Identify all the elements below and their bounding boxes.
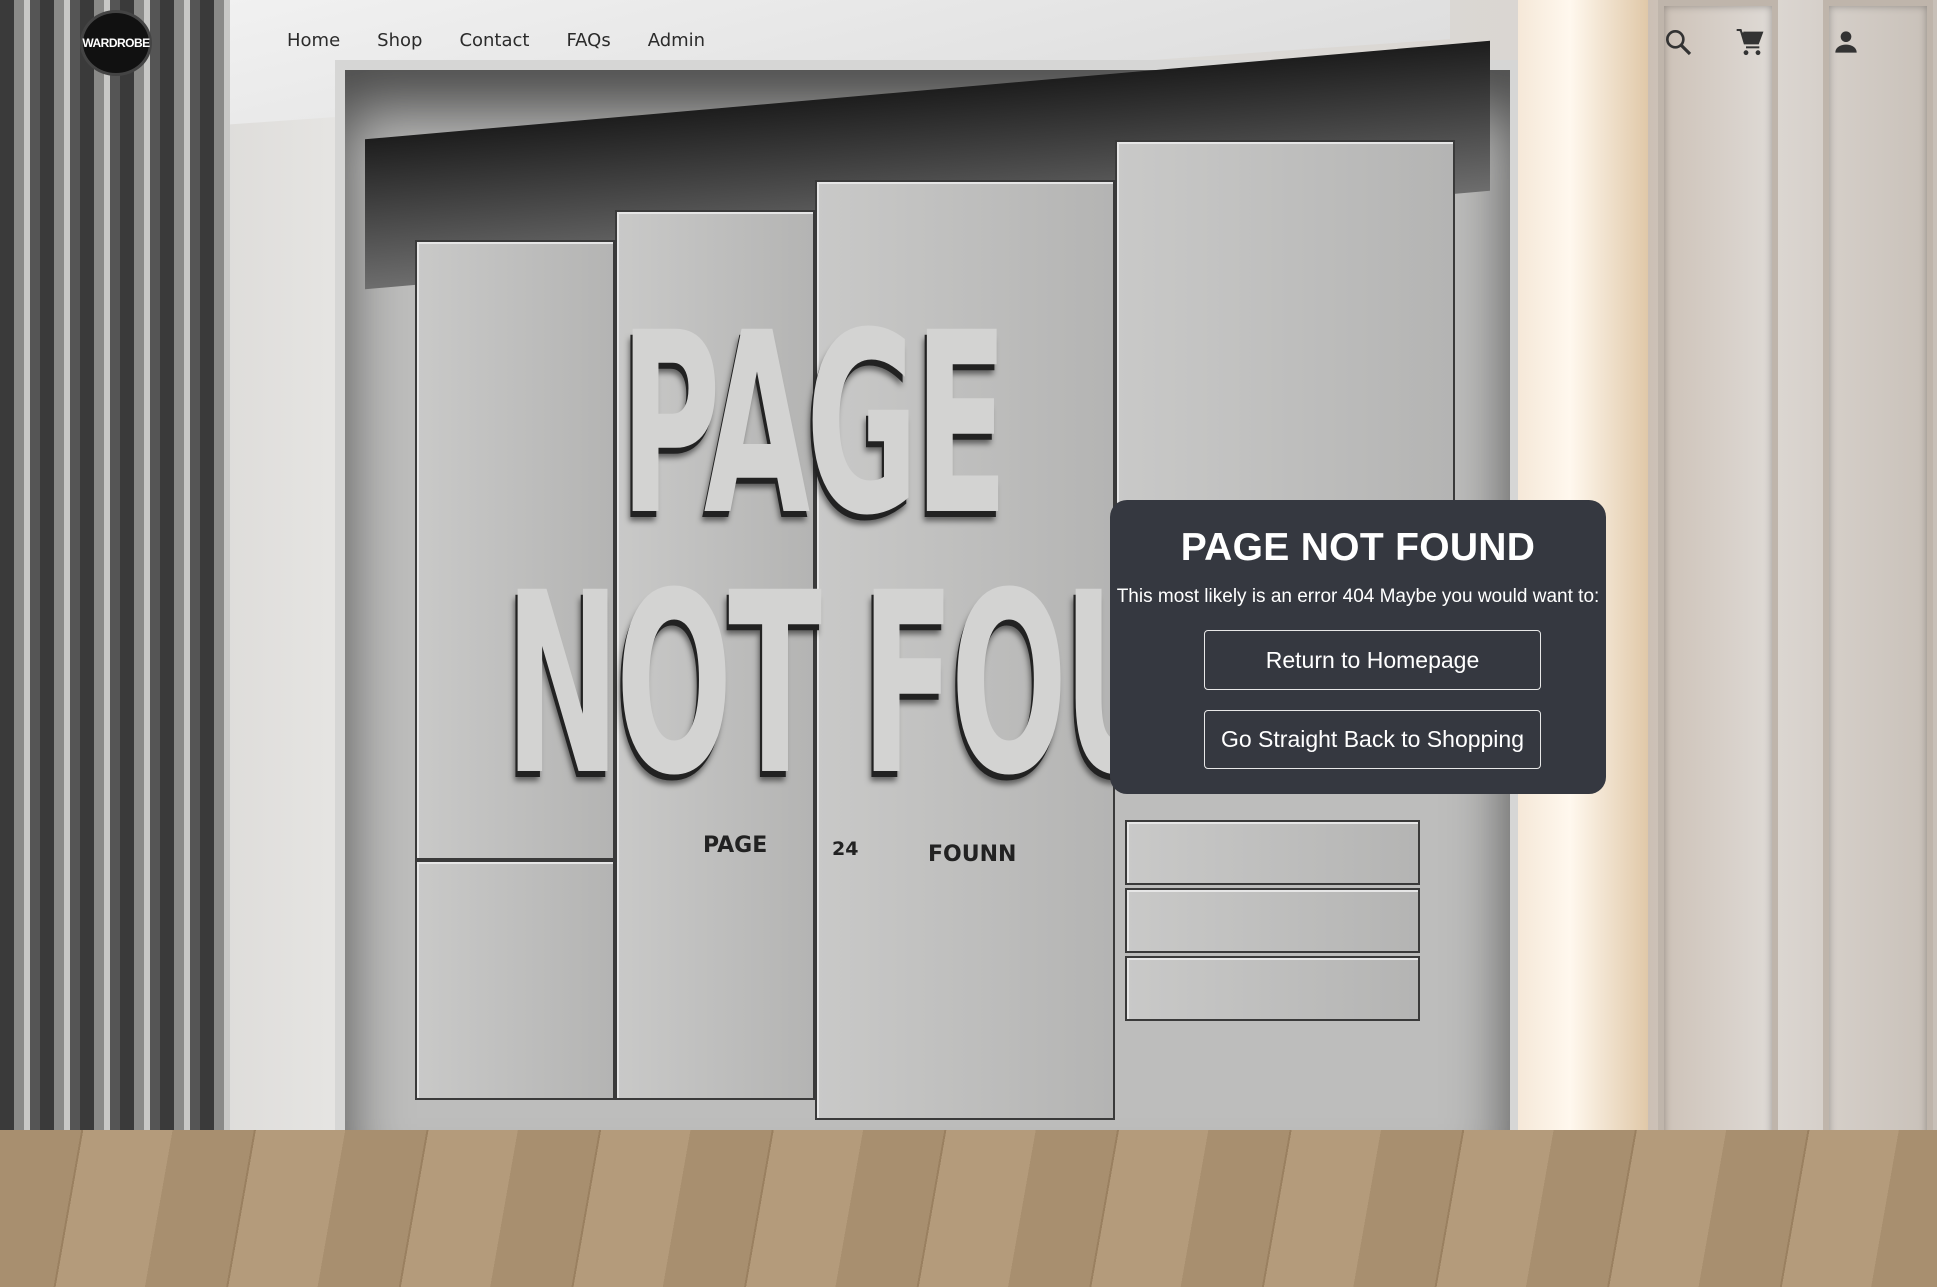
nav-faqs[interactable]: FAQs <box>566 30 610 51</box>
return-homepage-button[interactable]: Return to Homepage <box>1204 630 1541 690</box>
curtain <box>0 0 230 1160</box>
wall-molding <box>1658 0 1778 1200</box>
floor <box>0 1130 1937 1287</box>
account-icon[interactable] <box>1830 26 1862 58</box>
cart-icon[interactable] <box>1734 26 1766 58</box>
nav-contact[interactable]: Contact <box>459 30 529 51</box>
nav-shop[interactable]: Shop <box>377 30 422 51</box>
back-to-shopping-button[interactable]: Go Straight Back to Shopping <box>1204 710 1541 769</box>
logo-text: WARDROBE <box>82 36 150 50</box>
embossed-text: PAGE <box>620 279 1008 570</box>
plaque-text: 24 <box>832 838 859 860</box>
right-wall <box>1648 0 1937 1250</box>
search-icon[interactable] <box>1662 26 1694 58</box>
wall-molding <box>1823 0 1933 1200</box>
dialog-message: This most likely is an error 404 Maybe y… <box>1116 586 1600 607</box>
not-found-dialog: PAGE NOT FOUND This most likely is an er… <box>1110 500 1606 794</box>
logo[interactable]: WARDROBE <box>80 10 152 76</box>
panel <box>1125 956 1420 1021</box>
top-nav: WARDROBE Home Shop Contact FAQs Admin <box>0 0 1937 90</box>
nav-home[interactable]: Home <box>287 30 340 51</box>
panel <box>1125 888 1420 953</box>
background-image: PAGE NOT FOUN PAGE 24 FOUNN <box>0 0 1937 1287</box>
nav-links: Home Shop Contact FAQs Admin <box>287 30 705 51</box>
plaque-text: PAGE <box>703 833 768 858</box>
plaque-text: FOUNN <box>928 842 1017 867</box>
nav-admin[interactable]: Admin <box>648 30 705 51</box>
panel <box>415 860 615 1100</box>
dialog-title: PAGE NOT FOUND <box>1180 526 1536 569</box>
